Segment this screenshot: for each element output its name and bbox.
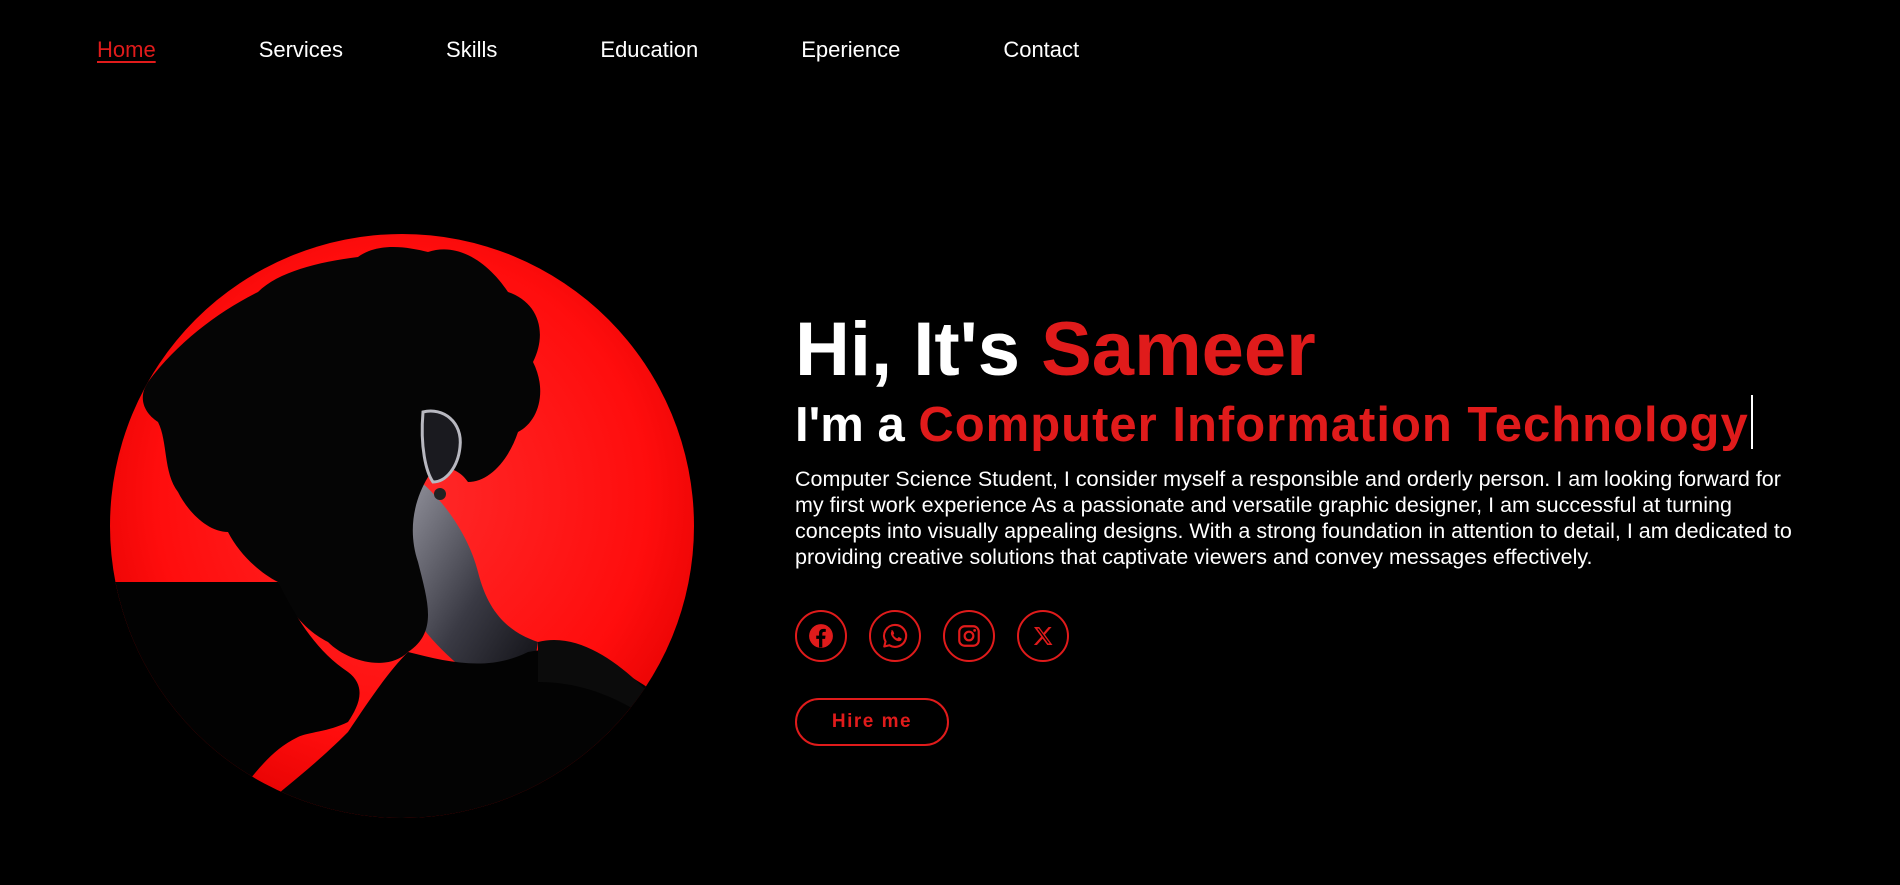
facebook-link[interactable] — [795, 610, 847, 662]
x-twitter-icon — [1033, 627, 1053, 645]
role-heading: I'm a Computer Information Technology — [795, 395, 1825, 454]
whatsapp-icon — [882, 623, 908, 648]
nav-experience[interactable]: Eperience — [801, 36, 900, 64]
name-highlight: Sameer — [1041, 307, 1316, 392]
nav-contact[interactable]: Contact — [1003, 36, 1079, 64]
instagram-link[interactable] — [943, 610, 995, 662]
x-twitter-link[interactable] — [1017, 610, 1069, 662]
facebook-icon — [809, 624, 833, 648]
profile-image — [108, 232, 696, 820]
typing-cursor — [1750, 395, 1753, 449]
whatsapp-link[interactable] — [869, 610, 921, 662]
hire-me-button[interactable]: Hire me — [795, 698, 949, 746]
portfolio-page: Home Services Skills Education Eperience… — [0, 0, 1900, 885]
nav-skills[interactable]: Skills — [446, 36, 497, 64]
bio-paragraph: Computer Science Student, I consider mys… — [795, 467, 1792, 569]
profile-silhouette-image — [110, 234, 694, 818]
nav-home[interactable]: Home — [97, 36, 156, 64]
social-links — [795, 610, 1825, 662]
instagram-icon — [958, 625, 980, 647]
greeting-heading: Hi, It's Sameer — [795, 307, 1825, 393]
main-nav: Home Services Skills Education Eperience… — [97, 36, 1182, 64]
role-prefix: I'm a — [795, 398, 919, 452]
greeting-prefix: Hi, It's — [795, 307, 1042, 392]
role-typed-text: Computer Information Technology — [918, 398, 1749, 452]
nav-services[interactable]: Services — [259, 36, 343, 64]
nav-education[interactable]: Education — [600, 36, 698, 64]
intro-section: Hi, It's Sameer I'm a Computer Informati… — [795, 307, 1825, 746]
